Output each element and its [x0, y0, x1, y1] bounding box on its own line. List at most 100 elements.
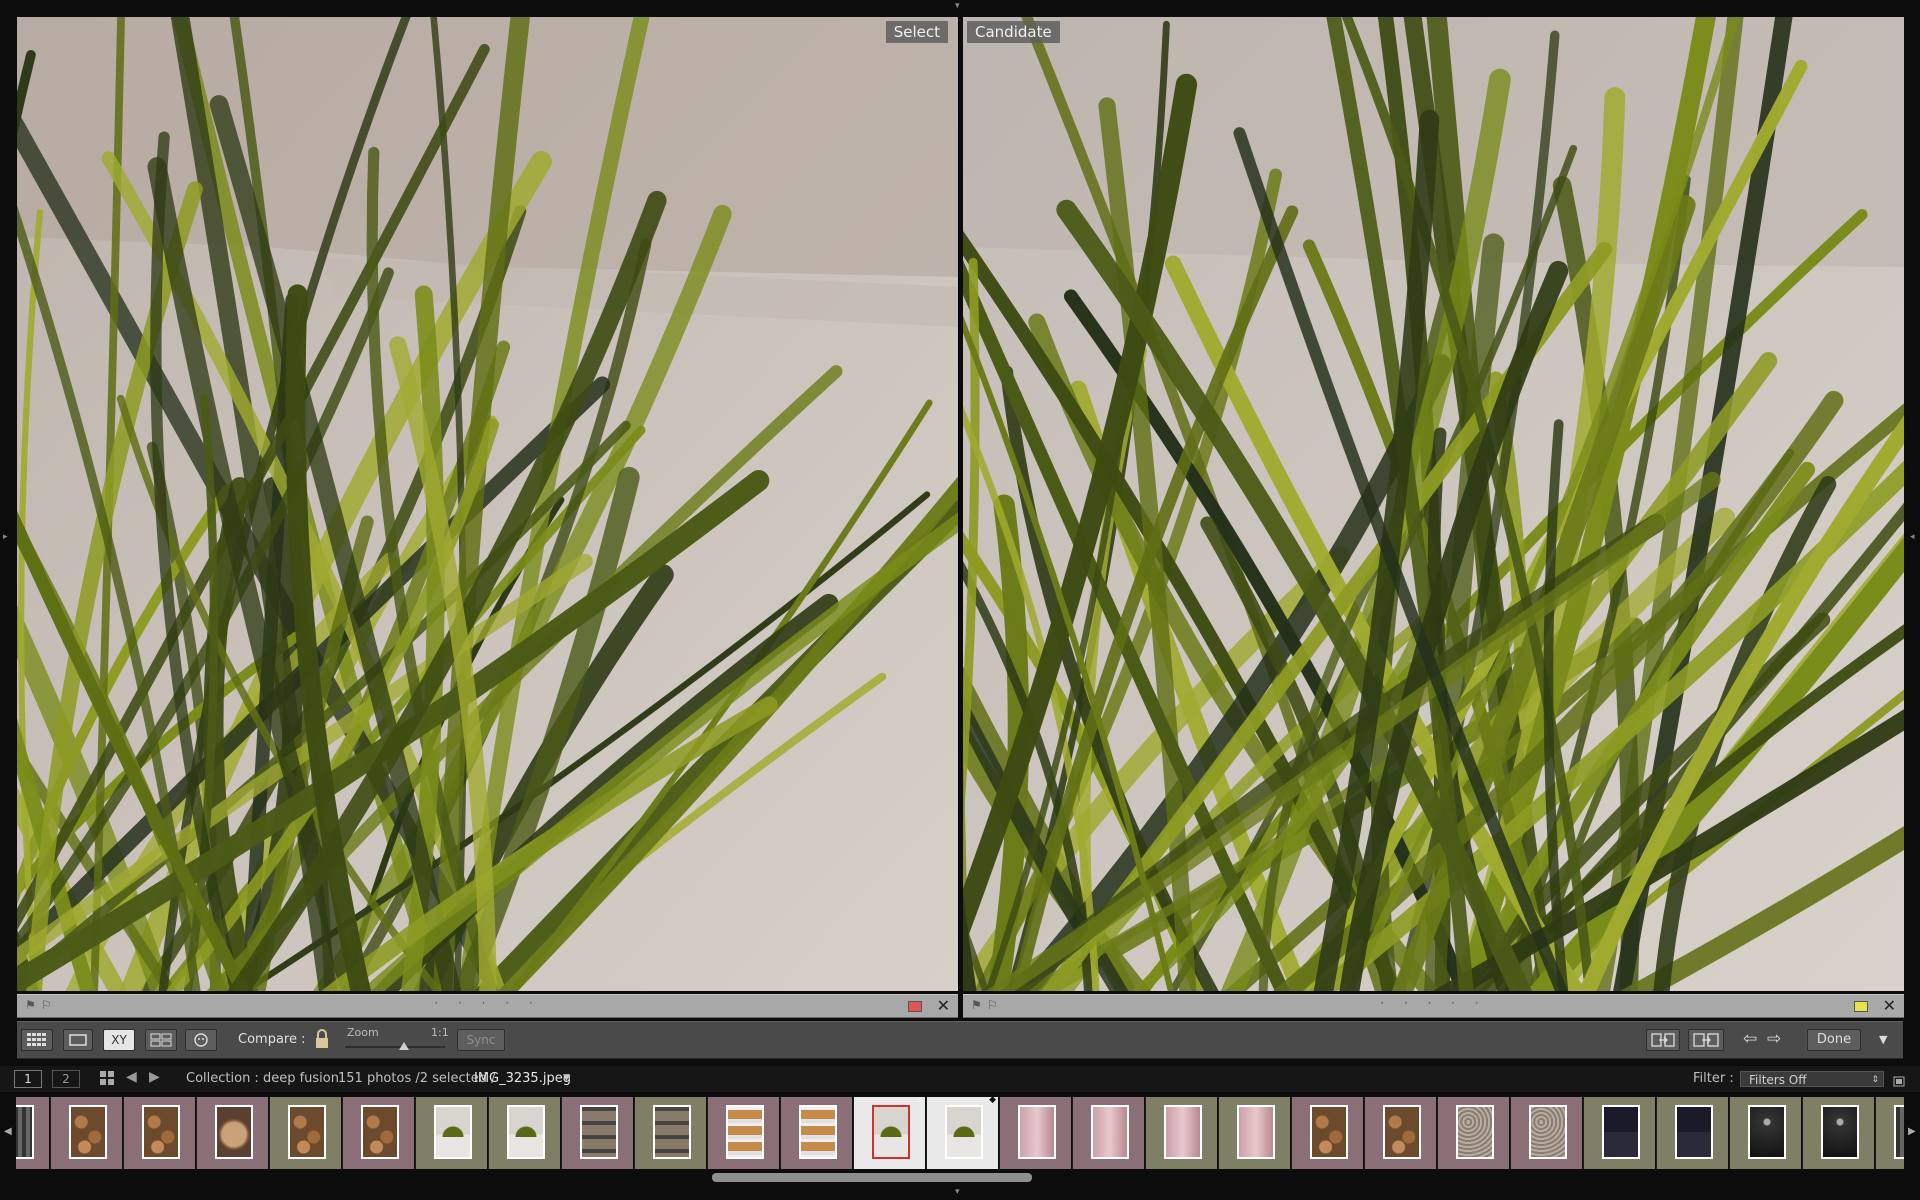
filmstrip-thumbnail[interactable] [1219, 1097, 1291, 1169]
filmstrip-thumbnail[interactable] [1511, 1097, 1583, 1169]
toolbar-options-chevron-icon[interactable]: ▼ [1879, 1033, 1887, 1046]
star-rating[interactable]: · · · · · [434, 996, 540, 1010]
filmstrip-thumbnail[interactable] [1365, 1097, 1437, 1169]
filmstrip-thumbnail[interactable] [708, 1097, 780, 1169]
compare-view-button[interactable]: XY [103, 1029, 135, 1051]
thumbnail-image [507, 1105, 545, 1159]
thumbnail-image [653, 1105, 691, 1159]
filmstrip-thumbnail[interactable] [1584, 1097, 1656, 1169]
make-select-button[interactable] [1688, 1029, 1724, 1051]
select-label: Select [885, 21, 948, 43]
filmstrip-scroll-left-icon[interactable]: ◀ [4, 1126, 12, 1137]
filmstrip[interactable]: ◆ ◆ [16, 1097, 1904, 1169]
filmstrip-thumbnail[interactable] [416, 1097, 488, 1169]
thumbnail-image [1821, 1105, 1859, 1159]
filmstrip-scroll-right-icon[interactable]: ▶ [1908, 1126, 1916, 1137]
current-filename[interactable]: IMG_3235.jpeg [474, 1071, 571, 1086]
loupe-view-button[interactable] [63, 1029, 93, 1051]
filter-select[interactable]: Filters Off ⇕ [1740, 1071, 1884, 1087]
filmstrip-thumbnail[interactable] [124, 1097, 196, 1169]
filmstrip-thumbnail[interactable] [1803, 1097, 1875, 1169]
filmstrip-thumbnail[interactable] [1146, 1097, 1218, 1169]
close-icon[interactable]: ✕ [937, 996, 950, 1015]
filmstrip-thumbnail[interactable] [343, 1097, 415, 1169]
filmstrip-scrollbar[interactable] [712, 1173, 1032, 1182]
next-arrow-icon[interactable]: ⇨ [1767, 1029, 1781, 1049]
color-label-yellow[interactable] [1854, 1001, 1868, 1012]
filmstrip-thumbnail[interactable] [51, 1097, 123, 1169]
make-select-icon [1693, 1033, 1719, 1047]
thumbnail-image [361, 1105, 399, 1159]
star-rating[interactable]: · · · · · [1380, 996, 1486, 1010]
thumbnail-image [580, 1105, 618, 1159]
selection-diamond-icon: ◆ [916, 1097, 923, 1105]
right-panel-toggle-icon[interactable]: ◂ [1910, 533, 1915, 542]
filmstrip-thumbnail[interactable]: ◆ [854, 1097, 926, 1169]
filmstrip-thumbnail[interactable] [489, 1097, 561, 1169]
bottom-panel-toggle-icon[interactable]: ▾ [955, 1188, 960, 1197]
thumbnail-image [1383, 1105, 1421, 1159]
close-icon[interactable]: ✕ [1883, 996, 1896, 1015]
survey-view-button[interactable] [145, 1029, 177, 1051]
filmstrip-thumbnail[interactable] [16, 1097, 50, 1169]
collection-source[interactable]: Collection : deep fusion [186, 1071, 339, 1086]
zoom-slider-knob[interactable] [399, 1042, 409, 1050]
zoom-label: Zoom [347, 1026, 379, 1039]
survey-icon [150, 1033, 172, 1047]
sync-button[interactable]: Sync [457, 1029, 505, 1051]
filmstrip-thumbnail[interactable] [781, 1097, 853, 1169]
grid-icon [27, 1033, 46, 1046]
flag-icon[interactable]: ⚑ [25, 998, 36, 1012]
thumbnail-image [288, 1105, 326, 1159]
grid-view-icon[interactable] [100, 1071, 114, 1089]
secondary-window-button[interactable]: 2 [52, 1070, 80, 1088]
filmstrip-thumbnail[interactable]: ◆ [927, 1097, 999, 1169]
reject-flag-icon[interactable]: ⚐ [41, 998, 52, 1012]
library-toolbar: XY Compare : Zoom 1:1 Sync ⇦ ⇨ Done ▼ [17, 1021, 1903, 1059]
reject-flag-icon[interactable]: ⚐ [987, 998, 998, 1012]
previous-arrow-icon[interactable]: ⇦ [1743, 1029, 1757, 1049]
swap-button[interactable] [1646, 1029, 1680, 1051]
thumbnail-image [1894, 1105, 1904, 1159]
zoom-value: 1:1 [431, 1026, 449, 1039]
left-panel-toggle-icon[interactable]: ▸ [3, 533, 8, 542]
face-icon [194, 1033, 208, 1047]
filmstrip-thumbnail[interactable] [1876, 1097, 1904, 1169]
filmstrip-thumbnail[interactable] [1657, 1097, 1729, 1169]
flag-icon[interactable]: ⚑ [971, 998, 982, 1012]
grid-view-button[interactable] [21, 1029, 53, 1051]
lock-icon[interactable] [315, 1029, 329, 1053]
filmstrip-thumbnail[interactable] [1292, 1097, 1364, 1169]
filmstrip-thumbnail[interactable] [562, 1097, 634, 1169]
thumbnail-image [1164, 1105, 1202, 1159]
primary-window-button[interactable]: 1 [14, 1070, 42, 1088]
filter-select-value: Filters Off [1749, 1073, 1807, 1087]
thumbnail-image [726, 1105, 764, 1159]
filmstrip-thumbnail[interactable] [1730, 1097, 1802, 1169]
filter-lock-icon[interactable] [1893, 1071, 1905, 1091]
filmstrip-thumbnail[interactable] [197, 1097, 269, 1169]
filmstrip-thumbnail[interactable] [1073, 1097, 1145, 1169]
plant-thumbnail-detail [515, 1115, 537, 1137]
done-button[interactable]: Done [1807, 1029, 1861, 1051]
back-arrow-icon[interactable]: ◀ [126, 1069, 137, 1085]
thumbnail-image [1310, 1105, 1348, 1159]
select-photo-pane[interactable]: Select [17, 17, 959, 991]
top-panel-toggle-icon[interactable]: ▾ [955, 2, 960, 11]
plant-thumbnail-detail [953, 1115, 975, 1137]
filmstrip-thumbnail[interactable] [1000, 1097, 1072, 1169]
forward-arrow-icon[interactable]: ▶ [149, 1069, 160, 1085]
color-label-red[interactable] [908, 1001, 922, 1012]
candidate-info-strip: ⚑ ⚐ · · · · · ✕ [963, 994, 1904, 1018]
candidate-photo-pane[interactable]: Candidate [963, 17, 1904, 991]
filmstrip-thumbnail[interactable] [1438, 1097, 1510, 1169]
filmstrip-thumbnail[interactable] [270, 1097, 342, 1169]
filename-dropdown-chevron-icon[interactable]: ▼ [563, 1073, 570, 1083]
thumbnail-image [1237, 1105, 1275, 1159]
filmstrip-thumbnail[interactable] [635, 1097, 707, 1169]
thumbnail-image [16, 1105, 34, 1159]
thumbnail-image [215, 1105, 253, 1159]
zoom-slider[interactable] [345, 1046, 445, 1048]
people-view-button[interactable] [185, 1029, 217, 1051]
candidate-label: Candidate [967, 21, 1060, 43]
